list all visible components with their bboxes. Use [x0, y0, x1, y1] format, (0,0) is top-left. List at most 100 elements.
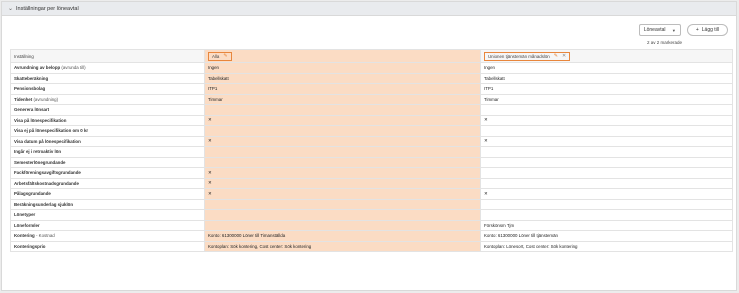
setting-label-sub: (avrundning): [32, 96, 59, 102]
cell-alla[interactable]: ✕: [204, 188, 481, 200]
table-row: Pensionsbolag ITP1 ITP1: [10, 83, 733, 95]
column-header-alla[interactable]: Alla ✎: [204, 49, 481, 63]
setting-label-text: Arbetsfältskostnadsgrundande: [14, 180, 79, 186]
cell-alla[interactable]: [204, 219, 481, 231]
table-row: Löneformler Förskönsm Tjm: [10, 219, 733, 231]
cell-unionen-value: Konto: 61300000 Löner till tjänstemän: [484, 233, 558, 239]
setting-label-text: Generera lönsart: [14, 107, 50, 113]
cell-unionen[interactable]: Förskönsm Tjm: [480, 219, 733, 231]
column-header-unionen-box[interactable]: Unionen tjänstemän månadslön ✎ ✕: [484, 51, 571, 61]
table-row: Lönetyper: [10, 209, 733, 221]
cell-unionen[interactable]: [480, 167, 733, 179]
table-row: Ingår ej i retroaktiv lön: [10, 146, 733, 158]
table-row: Tidenhet (avrundning) Timmar Timmar: [10, 93, 733, 105]
cell-unionen[interactable]: [480, 177, 733, 189]
setting-label-sub: - Kostnad: [34, 233, 55, 239]
cell-alla[interactable]: [204, 209, 481, 221]
setting-label: Visa ej på lönespecifikation om 0 kr: [10, 125, 205, 137]
agreement-select[interactable]: Löneavtal ▼: [638, 24, 681, 36]
setting-label-text: Semesterlönegrundande: [14, 159, 66, 165]
table-row: Generera lönsart: [10, 104, 733, 116]
setting-label: Beräkningsunderlag sjuklön: [10, 198, 205, 210]
add-button[interactable]: + Lägg till: [686, 24, 728, 36]
setting-label: Konteringsprio: [10, 240, 205, 252]
selection-count: 2 av 2 markerade: [646, 40, 682, 45]
cell-alla[interactable]: Timmar: [204, 93, 481, 105]
close-icon[interactable]: ✕: [562, 53, 566, 59]
cell-unionen[interactable]: Tabellskatt: [480, 72, 733, 84]
cell-unionen[interactable]: ✕: [480, 188, 733, 200]
setting-label: Avrundning av belopp (avrunda till): [10, 62, 205, 74]
cell-unionen[interactable]: Timmar: [480, 93, 733, 105]
setting-label: Tidenhet (avrundning): [10, 93, 205, 105]
cell-unionen[interactable]: [480, 146, 733, 158]
setting-label-text: Lönetyper: [14, 212, 36, 218]
cell-unionen-value: ✕: [484, 117, 488, 123]
table-row: Visa ej på lönespecifikation om 0 kr: [10, 125, 733, 137]
column-header-alla-box[interactable]: Alla ✎: [208, 51, 232, 61]
pencil-icon[interactable]: ✎: [223, 53, 227, 59]
cell-alla[interactable]: Tabellskatt: [204, 72, 481, 84]
cell-alla[interactable]: [204, 156, 481, 168]
cell-alla[interactable]: Konto: 61300000 Löner till Timanställda: [204, 230, 481, 242]
cell-alla-value: Konto: 61300000 Löner till Timanställda: [208, 233, 286, 239]
cell-unionen[interactable]: [480, 104, 733, 116]
column-header-unionen[interactable]: Unionen tjänstemän månadslön ✎ ✕: [480, 49, 733, 63]
cell-unionen[interactable]: [480, 209, 733, 221]
cell-unionen[interactable]: ✕: [480, 135, 733, 147]
cell-alla-value: ✕: [208, 138, 212, 144]
cell-unionen[interactable]: [480, 125, 733, 137]
cell-alla[interactable]: ✕: [204, 135, 481, 147]
cell-unionen[interactable]: Kontoplan: Lönesort, Cost center: Sök ko…: [480, 240, 733, 252]
table-row: Skatteberäkning Tabellskatt Tabellskatt: [10, 72, 733, 84]
setting-label: Visa datum på lönespecifikation: [10, 135, 205, 147]
setting-label-text: Visa på lönespecifikation: [14, 117, 67, 123]
cell-unionen[interactable]: ✕: [480, 114, 733, 126]
setting-label-sub: (avrunda till): [60, 65, 86, 71]
cell-alla-value: Tabellskatt: [208, 75, 229, 81]
settings-panel: ⌄ Inställningar per löneavtal Löneavtal …: [1, 1, 737, 291]
cell-unionen-value: Kontoplan: Lönesort, Cost center: Sök ko…: [484, 243, 578, 249]
cell-unionen[interactable]: Ingen: [480, 62, 733, 74]
setting-label: Visa på lönespecifikation: [10, 114, 205, 126]
cell-unionen-value: ✕: [484, 190, 488, 196]
cell-alla-value: ✕: [208, 169, 212, 175]
cell-alla[interactable]: ITP1: [204, 83, 481, 95]
cell-alla[interactable]: [204, 125, 481, 137]
cell-alla[interactable]: Kontoplan: Sök kontering, Cost center: S…: [204, 240, 481, 252]
cell-alla[interactable]: ✕: [204, 177, 481, 189]
cell-unionen-value: ITP1: [484, 86, 494, 92]
table-header-row: Inställning Alla ✎ Unionen tjänstemän må…: [10, 49, 733, 63]
table-row: Kontering - Kostnad Konto: 61300000 Löner…: [10, 230, 733, 242]
column-header-unionen-label: Unionen tjänstemän månadslön: [488, 53, 550, 59]
table-row: Visa datum på lönespecifikation ✕ ✕: [10, 135, 733, 147]
cell-alla[interactable]: [204, 146, 481, 158]
agreement-select-value: Löneavtal: [643, 27, 666, 33]
setting-column-header: Inställning: [10, 49, 205, 63]
pencil-icon[interactable]: ✎: [554, 53, 558, 59]
settings-table-wrap: Inställning Alla ✎ Unionen tjänstemän må…: [10, 49, 733, 252]
cell-alla[interactable]: ✕: [204, 167, 481, 179]
cell-unionen[interactable]: ITP1: [480, 83, 733, 95]
cell-alla[interactable]: [204, 104, 481, 116]
caret-down-icon: ▼: [671, 27, 676, 33]
cell-alla-value: Ingen: [208, 65, 219, 71]
cell-unionen[interactable]: [480, 198, 733, 210]
cell-alla[interactable]: [204, 198, 481, 210]
cell-alla[interactable]: Ingen: [204, 62, 481, 74]
setting-label-text: Pålagsgrundande: [14, 191, 51, 197]
table-row: Pålagsgrundande ✕ ✕: [10, 188, 733, 200]
panel-header[interactable]: ⌄ Inställningar per löneavtal: [2, 2, 736, 16]
chevron-down-icon[interactable]: ⌄: [8, 5, 16, 12]
plus-icon: +: [695, 27, 699, 33]
add-button-label: Lägg till: [701, 27, 719, 33]
cell-alla-value: ✕: [208, 180, 212, 186]
settings-table: Inställning Alla ✎ Unionen tjänstemän må…: [10, 49, 733, 252]
setting-label: Kontering - Kostnad: [10, 230, 205, 242]
cell-unionen[interactable]: Konto: 61300000 Löner till tjänstemän: [480, 230, 733, 242]
setting-label-text: Kontering: [14, 233, 35, 239]
cell-unionen[interactable]: [480, 156, 733, 168]
cell-alla[interactable]: ✕: [204, 114, 481, 126]
table-row: Beräkningsunderlag sjuklön: [10, 198, 733, 210]
table-row: Visa på lönespecifikation ✕ ✕: [10, 114, 733, 126]
